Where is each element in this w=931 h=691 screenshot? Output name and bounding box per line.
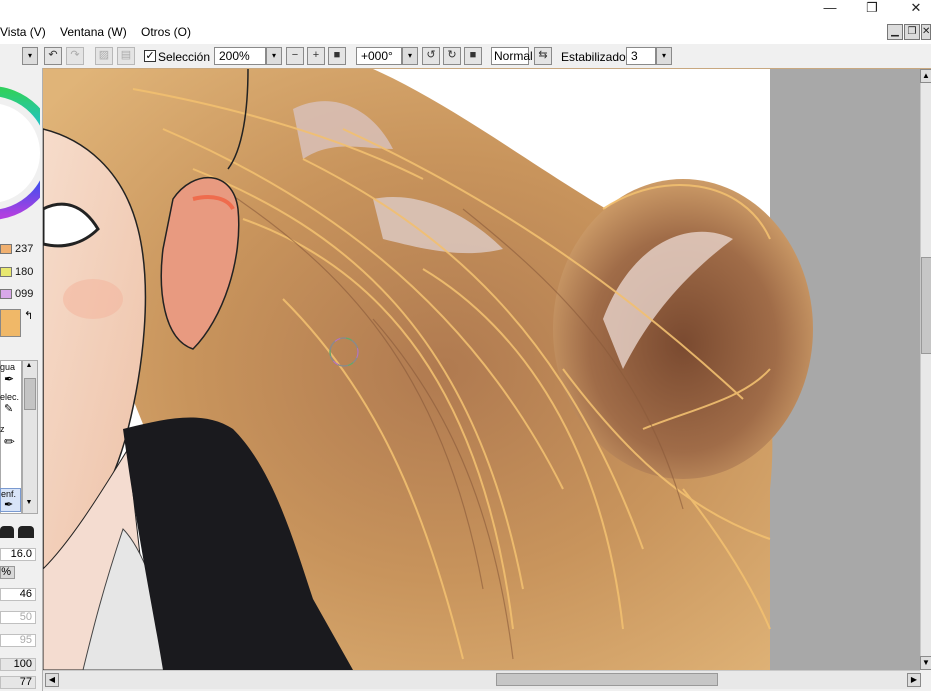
- scroll-right-icon[interactable]: ▶: [907, 673, 921, 687]
- color-value-1[interactable]: 237: [15, 243, 33, 255]
- opacity-field[interactable]: %: [0, 566, 15, 579]
- rotate-left-icon[interactable]: ↺: [422, 47, 440, 65]
- mdi-minimize-button[interactable]: ▁: [887, 24, 903, 40]
- toolbar: ▾ ↶ ↷ ▨ ▤ ✓ Selección 200% ▾ − + ■ +000°…: [0, 44, 931, 69]
- horizontal-scrollbar[interactable]: ◀ ▶: [43, 670, 921, 689]
- scroll-up-icon[interactable]: ▲: [920, 69, 931, 83]
- panel-menu-dropdown[interactable]: ▾: [22, 47, 38, 65]
- mdi-restore-button[interactable]: ❐: [904, 24, 920, 40]
- zoom-out-icon[interactable]: −: [286, 47, 304, 65]
- color-swatch-2: [0, 267, 12, 277]
- swap-colors-icon[interactable]: ↰: [24, 309, 33, 322]
- restore-window-button[interactable]: ❐: [852, 0, 892, 16]
- bottom-value-field[interactable]: 77: [0, 676, 36, 689]
- canvas-area[interactable]: [43, 69, 920, 670]
- tool-scroll-thumb[interactable]: [24, 378, 36, 410]
- menu-otros[interactable]: Otros (O): [141, 25, 191, 39]
- menu-bar: Vista (V) Ventana (W) Otros (O) — ❐ ✕ ▁ …: [0, 0, 931, 44]
- rotation-dropdown[interactable]: ▾: [402, 47, 418, 65]
- brush-shape-flat-icon[interactable]: [18, 526, 34, 538]
- color-value-3[interactable]: 099: [15, 288, 33, 300]
- primary-color-swatch[interactable]: [0, 309, 21, 337]
- vertical-scroll-thumb[interactable]: [921, 257, 931, 354]
- rotate-right-icon[interactable]: ↻: [443, 47, 461, 65]
- invert-selection-icon[interactable]: ▤: [117, 47, 135, 65]
- redo-icon[interactable]: ↷: [66, 47, 84, 65]
- scroll-left-icon[interactable]: ◀: [45, 673, 59, 687]
- pencil-icon[interactable]: ✏: [4, 434, 15, 450]
- color-value-2[interactable]: 180: [15, 266, 33, 278]
- tool-scroll-down-icon[interactable]: ▼: [24, 499, 34, 509]
- drawing-canvas[interactable]: [43, 69, 920, 670]
- undo-icon[interactable]: ↶: [44, 47, 62, 65]
- zoom-field[interactable]: 200%: [214, 47, 266, 65]
- vertical-scrollbar[interactable]: ▲ ▼: [920, 69, 931, 670]
- mdi-close-button[interactable]: ✕: [921, 24, 931, 40]
- blend-mode-button[interactable]: Normal: [491, 47, 533, 65]
- watercolor-brush-icon[interactable]: ✒: [4, 372, 14, 386]
- scroll-down-icon[interactable]: ▼: [920, 656, 931, 670]
- stabilizer-label: Estabilizador: [561, 50, 630, 64]
- selection-label: Selección: [158, 50, 211, 64]
- color-wheel[interactable]: [0, 78, 40, 228]
- brush-shape-round-icon[interactable]: [0, 526, 14, 538]
- flip-horizontal-icon[interactable]: ⇆: [534, 47, 552, 65]
- menu-vista[interactable]: Vista (V): [0, 25, 46, 39]
- rotation-reset-icon[interactable]: ■: [464, 47, 482, 65]
- zoom-in-icon[interactable]: +: [307, 47, 325, 65]
- minimize-window-button[interactable]: —: [810, 0, 850, 16]
- param-field-2[interactable]: 50: [0, 611, 36, 624]
- tool-label-agua[interactable]: gua: [0, 362, 15, 372]
- menu-ventana[interactable]: Ventana (W): [60, 25, 127, 39]
- tool-label-selec[interactable]: elec.: [0, 392, 19, 402]
- select-pen-icon[interactable]: ✎: [4, 402, 13, 415]
- color-swatch-1: [0, 244, 12, 254]
- selection-checkbox[interactable]: ✓: [144, 50, 156, 62]
- zoom-dropdown[interactable]: ▾: [266, 47, 282, 65]
- rotation-field[interactable]: +000°: [356, 47, 402, 65]
- color-swatch-3: [0, 289, 12, 299]
- brush-size-field[interactable]: 16.0: [0, 548, 36, 561]
- stabilizer-field[interactable]: 3: [626, 47, 656, 65]
- left-panel: 237 180 099 ↰ gua ✒ elec. ✎ z ✏ enf. ✒ ▲…: [0, 68, 43, 691]
- zoom-reset-icon[interactable]: ■: [328, 47, 346, 65]
- tool-scroll-up-icon[interactable]: ▲: [24, 362, 34, 372]
- blur-brush-icon[interactable]: ✒: [4, 498, 13, 511]
- param-field-1[interactable]: 46: [0, 588, 36, 601]
- close-window-button[interactable]: ✕: [896, 0, 931, 16]
- horizontal-scroll-thumb[interactable]: [496, 673, 718, 686]
- stabilizer-dropdown[interactable]: ▾: [656, 47, 672, 65]
- param-field-3[interactable]: 95: [0, 634, 36, 647]
- tool-label-lapiz[interactable]: z: [0, 424, 5, 434]
- density-field[interactable]: 100: [0, 658, 36, 671]
- deselect-icon[interactable]: ▨: [95, 47, 113, 65]
